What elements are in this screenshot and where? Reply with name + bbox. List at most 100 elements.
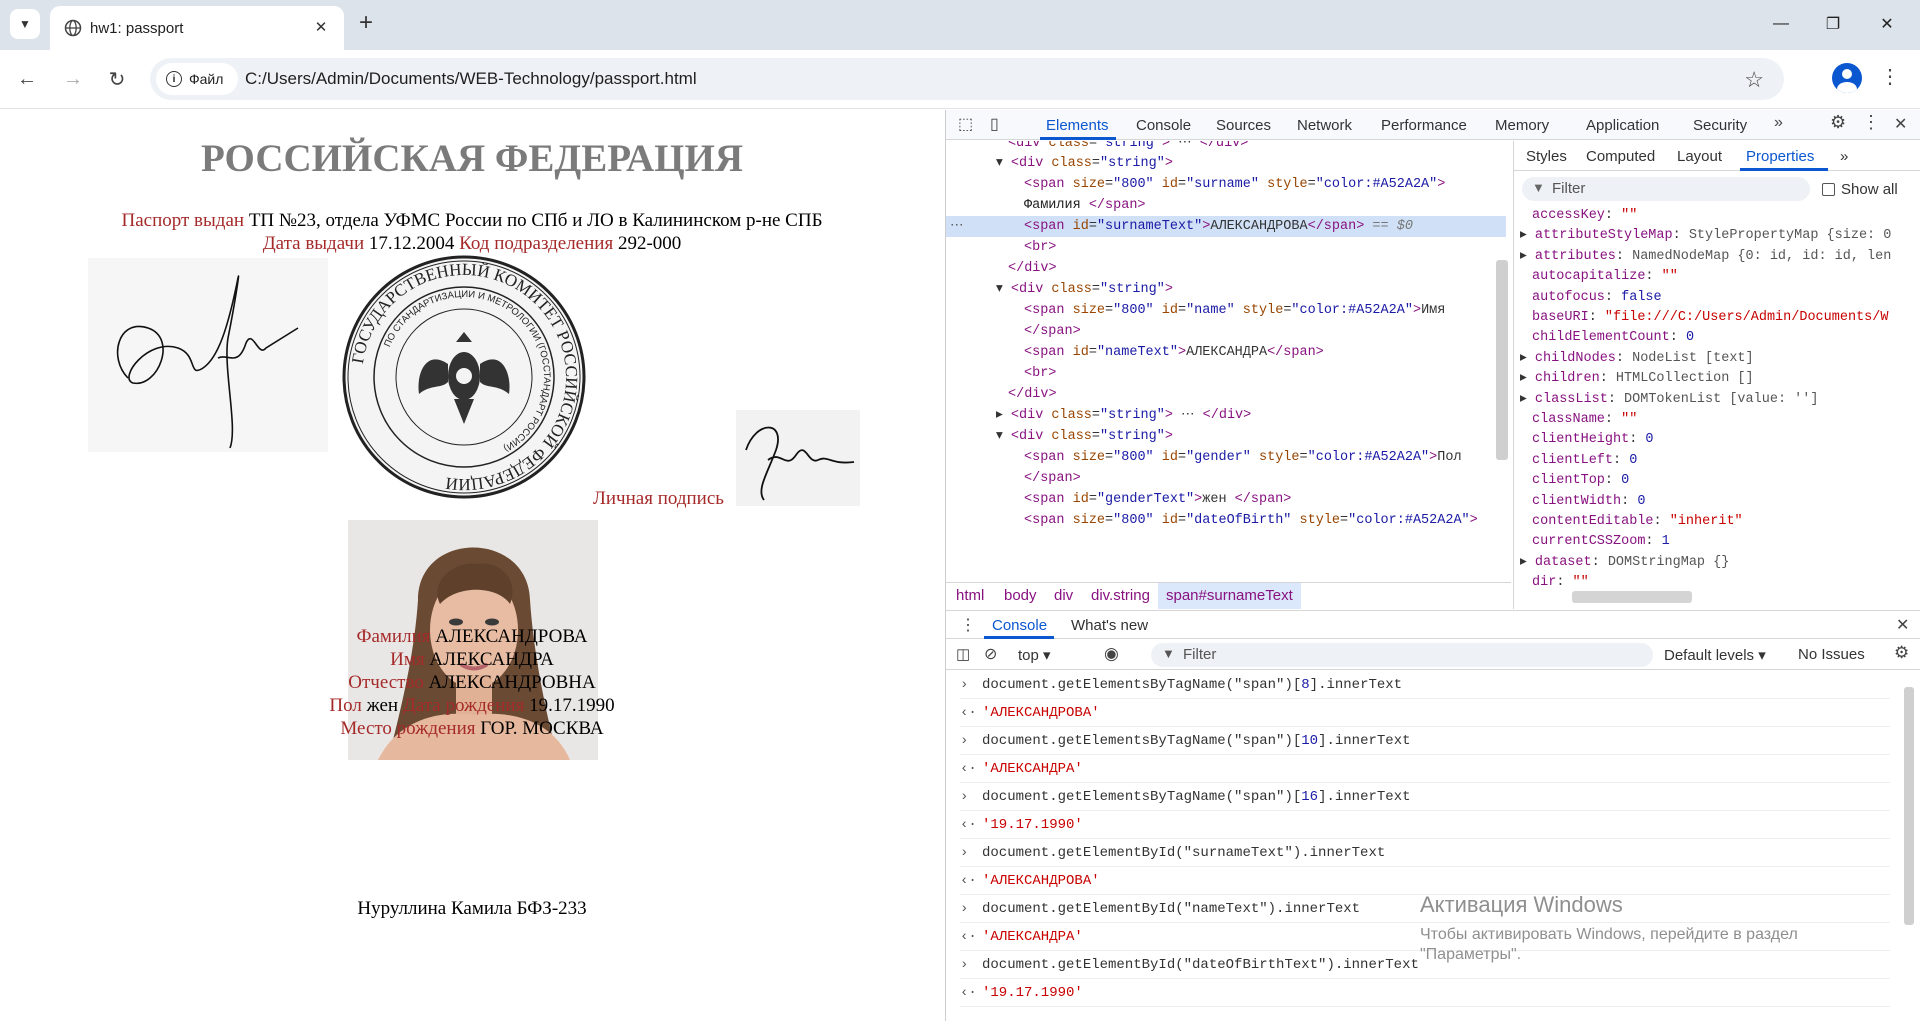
- drawer-tab-whats-new[interactable]: What's new: [1071, 617, 1148, 634]
- property-row[interactable]: baseURI: "file:///C:/Users/Admin/Documen…: [1532, 308, 1888, 328]
- profile-avatar[interactable]: [1832, 63, 1862, 93]
- expand-arrow-icon[interactable]: ▸: [1520, 371, 1535, 386]
- tree-line[interactable]: <span id="genderText">жен </span>: [946, 489, 1506, 510]
- close-window-button[interactable]: ✕: [1864, 8, 1910, 40]
- devtools-menu-icon[interactable]: ⋮: [1862, 112, 1880, 133]
- tree-line[interactable]: <span size="800" id="name" style="color:…: [946, 300, 1506, 321]
- tree-line[interactable]: <span size="800" id="gender" style="colo…: [946, 447, 1506, 468]
- console-input-line[interactable]: › document.getElementsByTagName("span")[1…: [960, 783, 1890, 811]
- tree-line[interactable]: ▾ <div class="string">: [946, 426, 1506, 447]
- tree-line[interactable]: <span size="800" id="surname" style="col…: [946, 174, 1506, 195]
- minimize-button[interactable]: —: [1758, 8, 1804, 40]
- tree-line[interactable]: </span>: [946, 321, 1506, 342]
- console-result-line[interactable]: ‹· 'АЛЕКСАНДРА': [960, 755, 1890, 783]
- property-row[interactable]: ▸ children: HTMLCollection []: [1520, 369, 1754, 389]
- property-row[interactable]: ▸ classList: DOMTokenList [value: '']: [1520, 390, 1818, 410]
- new-tab-button[interactable]: +: [352, 10, 380, 38]
- property-row[interactable]: clientHeight: 0: [1532, 430, 1654, 450]
- reload-button[interactable]: ↻: [102, 64, 132, 94]
- console-scrollbar[interactable]: [1904, 687, 1914, 925]
- drawer-tab-console[interactable]: Console: [992, 617, 1047, 634]
- forward-button[interactable]: →: [58, 64, 88, 94]
- address-bar[interactable]: i Файл C:/Users/Admin/Documents/WEB-Techn…: [150, 58, 1784, 100]
- tab-memory[interactable]: Memory: [1495, 117, 1549, 134]
- device-toolbar-icon[interactable]: ▯: [990, 114, 999, 134]
- tree-line[interactable]: ▾ <div class="string">: [946, 279, 1506, 300]
- tab-performance[interactable]: Performance: [1381, 117, 1467, 134]
- console-result-line[interactable]: ‹· 'АЛЕКСАНДРОВА': [960, 867, 1890, 895]
- expand-arrow-icon[interactable]: ▸: [1520, 555, 1535, 570]
- console-filter-input[interactable]: ▼ Filter: [1151, 643, 1653, 667]
- property-row[interactable]: clientTop: 0: [1532, 471, 1629, 491]
- url-text[interactable]: C:/Users/Admin/Documents/WEB-Technology/…: [245, 69, 697, 89]
- expand-arrow-icon[interactable]: ▸: [1520, 392, 1535, 407]
- tab-sources[interactable]: Sources: [1216, 117, 1271, 134]
- console-input-line[interactable]: › document.getElementById("surnameText").…: [960, 839, 1890, 867]
- tree-line[interactable]: </div>: [946, 258, 1506, 279]
- site-info-chip[interactable]: i Файл: [156, 63, 238, 95]
- property-row[interactable]: className: "": [1532, 410, 1637, 430]
- close-devtools-icon[interactable]: ✕: [1894, 114, 1907, 134]
- properties-filter-input[interactable]: ▼ Filter: [1522, 177, 1810, 201]
- property-row[interactable]: ▸ attributes: NamedNodeMap {0: id, id: i…: [1520, 247, 1891, 267]
- elements-tree[interactable]: <div class="string"> ⋯ </div> ▾ <div cla…: [946, 141, 1511, 534]
- tree-line[interactable]: ▸ <div class="string"> ⋯ </div>: [946, 405, 1506, 426]
- console-result-line[interactable]: ‹· '19.17.1990': [960, 811, 1890, 839]
- console-input-line[interactable]: › document.getElementsByTagName("span")[8…: [960, 671, 1890, 699]
- more-sidebar-tabs-icon[interactable]: »: [1840, 148, 1848, 165]
- tree-line[interactable]: </span>: [946, 468, 1506, 489]
- sidebar-toggle-icon[interactable]: ◫: [956, 645, 970, 663]
- bookmark-star-icon[interactable]: ☆: [1744, 67, 1764, 93]
- restore-button[interactable]: ❐: [1810, 8, 1856, 40]
- eye-icon[interactable]: ◉: [1104, 644, 1119, 664]
- property-row[interactable]: dir: "": [1532, 573, 1589, 586]
- tab-properties[interactable]: Properties: [1746, 148, 1814, 165]
- crumb-div-string[interactable]: div.string: [1091, 587, 1150, 604]
- property-row[interactable]: contentEditable: "inherit": [1532, 512, 1743, 532]
- tree-line-selected[interactable]: ⋯ <span id="surnameText">АЛЕКСАНДРОВА</sp…: [946, 216, 1506, 237]
- property-row[interactable]: clientWidth: 0: [1532, 492, 1645, 512]
- tree-line[interactable]: Дата рождения </span>: [946, 531, 1506, 534]
- property-row[interactable]: ▸ childNodes: NodeList [text]: [1520, 349, 1754, 369]
- tab-styles[interactable]: Styles: [1526, 148, 1567, 165]
- log-levels-select[interactable]: Default levels ▾: [1664, 646, 1766, 664]
- console-result-line[interactable]: ‹· 'АЛЕКСАНДРОВА': [960, 699, 1890, 727]
- tab-security[interactable]: Security: [1693, 117, 1747, 134]
- show-all-checkbox[interactable]: Show all: [1822, 181, 1898, 198]
- drawer-menu-icon[interactable]: ⋮: [960, 615, 976, 635]
- console-result-line[interactable]: ‹· '19.17.1990': [960, 979, 1890, 1007]
- property-row[interactable]: ▸ dataset: DOMStringMap {}: [1520, 553, 1729, 573]
- tree-line[interactable]: <br>: [946, 363, 1506, 384]
- property-row[interactable]: clientLeft: 0: [1532, 451, 1637, 471]
- more-tabs-icon[interactable]: »: [1774, 114, 1783, 132]
- crumb-div[interactable]: div: [1054, 587, 1073, 604]
- tab-console[interactable]: Console: [1136, 117, 1191, 134]
- crumb-body[interactable]: body: [1004, 587, 1037, 604]
- properties-hscrollbar[interactable]: [1572, 591, 1692, 603]
- property-row[interactable]: ▸ attributeStyleMap: StylePropertyMap {s…: [1520, 226, 1891, 246]
- expand-arrow-icon[interactable]: ▸: [1520, 249, 1535, 264]
- close-tab-icon[interactable]: ✕: [310, 16, 332, 38]
- property-row[interactable]: currentCSSZoom: 1: [1532, 532, 1670, 552]
- console-input-line[interactable]: › document.getElementsByTagName("span")[1…: [960, 727, 1890, 755]
- tree-line[interactable]: <span id="nameText">АЛЕКСАНДРА</span>: [946, 342, 1506, 363]
- tree-line[interactable]: </div>: [946, 384, 1506, 405]
- tab-search-button[interactable]: ▼: [10, 9, 40, 39]
- tab-computed[interactable]: Computed: [1586, 148, 1655, 165]
- tree-line[interactable]: Фамилия </span>: [946, 195, 1506, 216]
- close-drawer-icon[interactable]: ✕: [1896, 615, 1909, 635]
- elements-scrollbar[interactable]: [1496, 260, 1508, 460]
- tree-line[interactable]: <span size="800" id="dateOfBirth" style=…: [946, 510, 1506, 531]
- expand-arrow-icon[interactable]: ▸: [1520, 351, 1535, 366]
- expand-arrow-icon[interactable]: ▸: [1520, 228, 1535, 243]
- browser-menu-icon[interactable]: ⋮: [1880, 64, 1900, 89]
- crumb-html[interactable]: html: [956, 587, 984, 604]
- tab-network[interactable]: Network: [1297, 117, 1352, 134]
- clear-console-icon[interactable]: ⊘: [984, 644, 997, 664]
- tree-line[interactable]: <br>: [946, 237, 1506, 258]
- crumb-selected[interactable]: span#surnameText: [1158, 583, 1301, 609]
- inspect-element-icon[interactable]: ⬚: [958, 114, 973, 134]
- browser-tab[interactable]: hw1: passport ✕: [50, 6, 344, 50]
- console-settings-icon[interactable]: ⚙: [1894, 643, 1909, 663]
- context-select[interactable]: top ▾: [1018, 646, 1051, 664]
